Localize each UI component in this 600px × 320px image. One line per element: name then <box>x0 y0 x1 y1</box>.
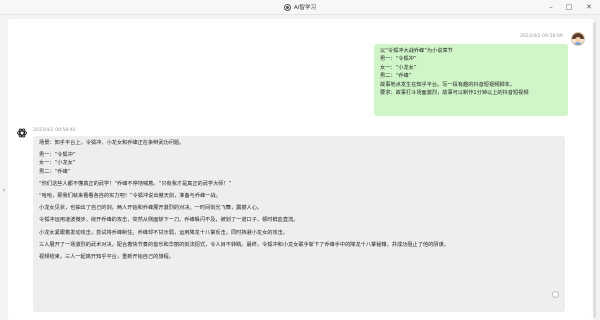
ai-message-line: 场景：知乎平台上，令狐冲、小龙女和乔峰正在争辩武功问题。 <box>39 140 185 146</box>
window-title: AI智学习 <box>293 5 317 11</box>
ai-message-line: 小龙女见状，也抽出了自己的剑，两人开始和乔峰展开激烈的对决。一时间剑光飞舞，震撼… <box>39 205 263 212</box>
ai-message-timestamp: 2023/4/2 09:58:40 <box>33 128 76 133</box>
scrollbar[interactable] <box>593 22 596 318</box>
ai-message-line: “你们这些人都不懂真正的武学！”乔峰不停地喊着。“只有我才是真正的武学大师！” <box>39 180 232 187</box>
window-title-group: AI智学习 <box>283 3 317 11</box>
ai-message-line: 男一：“令狐冲” <box>39 152 76 159</box>
ai-message-line: 女一：“小龙女” <box>39 160 76 167</box>
ai-message-line: 令狐冲运用凌波微步，绕开乔峰的攻击，突然从侧面斩下一刀。乔峰躲闪不及，被划了一道… <box>39 217 299 224</box>
close-button[interactable]: ✕ <box>582 0 596 14</box>
user-message-line: 以“令狐冲大战乔峰”为小说章节 <box>380 48 453 54</box>
ai-message-line: 小龙女紧跟着发动攻击，尝试将乔峰制住。乔峰却不甘示弱，运用降龙十八掌反击，同时挡… <box>39 229 289 236</box>
ai-message-bubble: 场景：知乎平台上，令狐冲、小龙女和乔峰正在争辩武功问题。 男一：“令狐冲” 女一… <box>33 136 565 312</box>
scroll-to-bottom-button[interactable] <box>552 291 559 298</box>
user-message-line: 要求：故事打斗场面激烈，故事可以制作1分钟以上的抖音短视频 <box>380 90 529 97</box>
user-message-line: 男一：“令狐冲” <box>380 56 417 63</box>
maximize-button[interactable]: □ <box>562 0 576 14</box>
user-message-line: 男二：“乔峰” <box>380 73 412 80</box>
user-message-timestamp: 2023/4/2 09:58:09 <box>520 34 563 39</box>
expand-sidebar-icon[interactable]: › <box>3 187 5 194</box>
user-avatar <box>571 32 585 46</box>
user-message-line: 女一：“小龙女” <box>380 64 417 71</box>
openai-logo-icon <box>16 127 28 139</box>
title-bar: AI智学习 <box>0 0 600 15</box>
minimize-button[interactable]: – <box>544 0 558 14</box>
ai-message-line: 男二：“乔峰” <box>39 168 71 175</box>
ai-message-line: 三人展开了一场激烈的武术对决，配合着快节奏的音乐和华丽的剑法招式，令人目不转睛。… <box>39 241 449 248</box>
user-message-line: 故事地点发生在知乎平台。写一段有趣的抖音短视频脚本。 <box>380 81 515 88</box>
user-message-bubble: 以“令狐冲大战乔峰”为小说章节 男一：“令狐冲” 女一：“小龙女” 男二：“乔峰… <box>374 44 568 116</box>
ai-message-line: “哈哈，那我们就来看看各自的实力吧！”令狐冲说出傲天剑，准备与乔峰一战。 <box>39 193 221 200</box>
brain-icon <box>283 3 291 11</box>
ai-message-line: 视频结束，三人一起离开知乎平台，重新开始自己的旅程。 <box>39 254 174 261</box>
